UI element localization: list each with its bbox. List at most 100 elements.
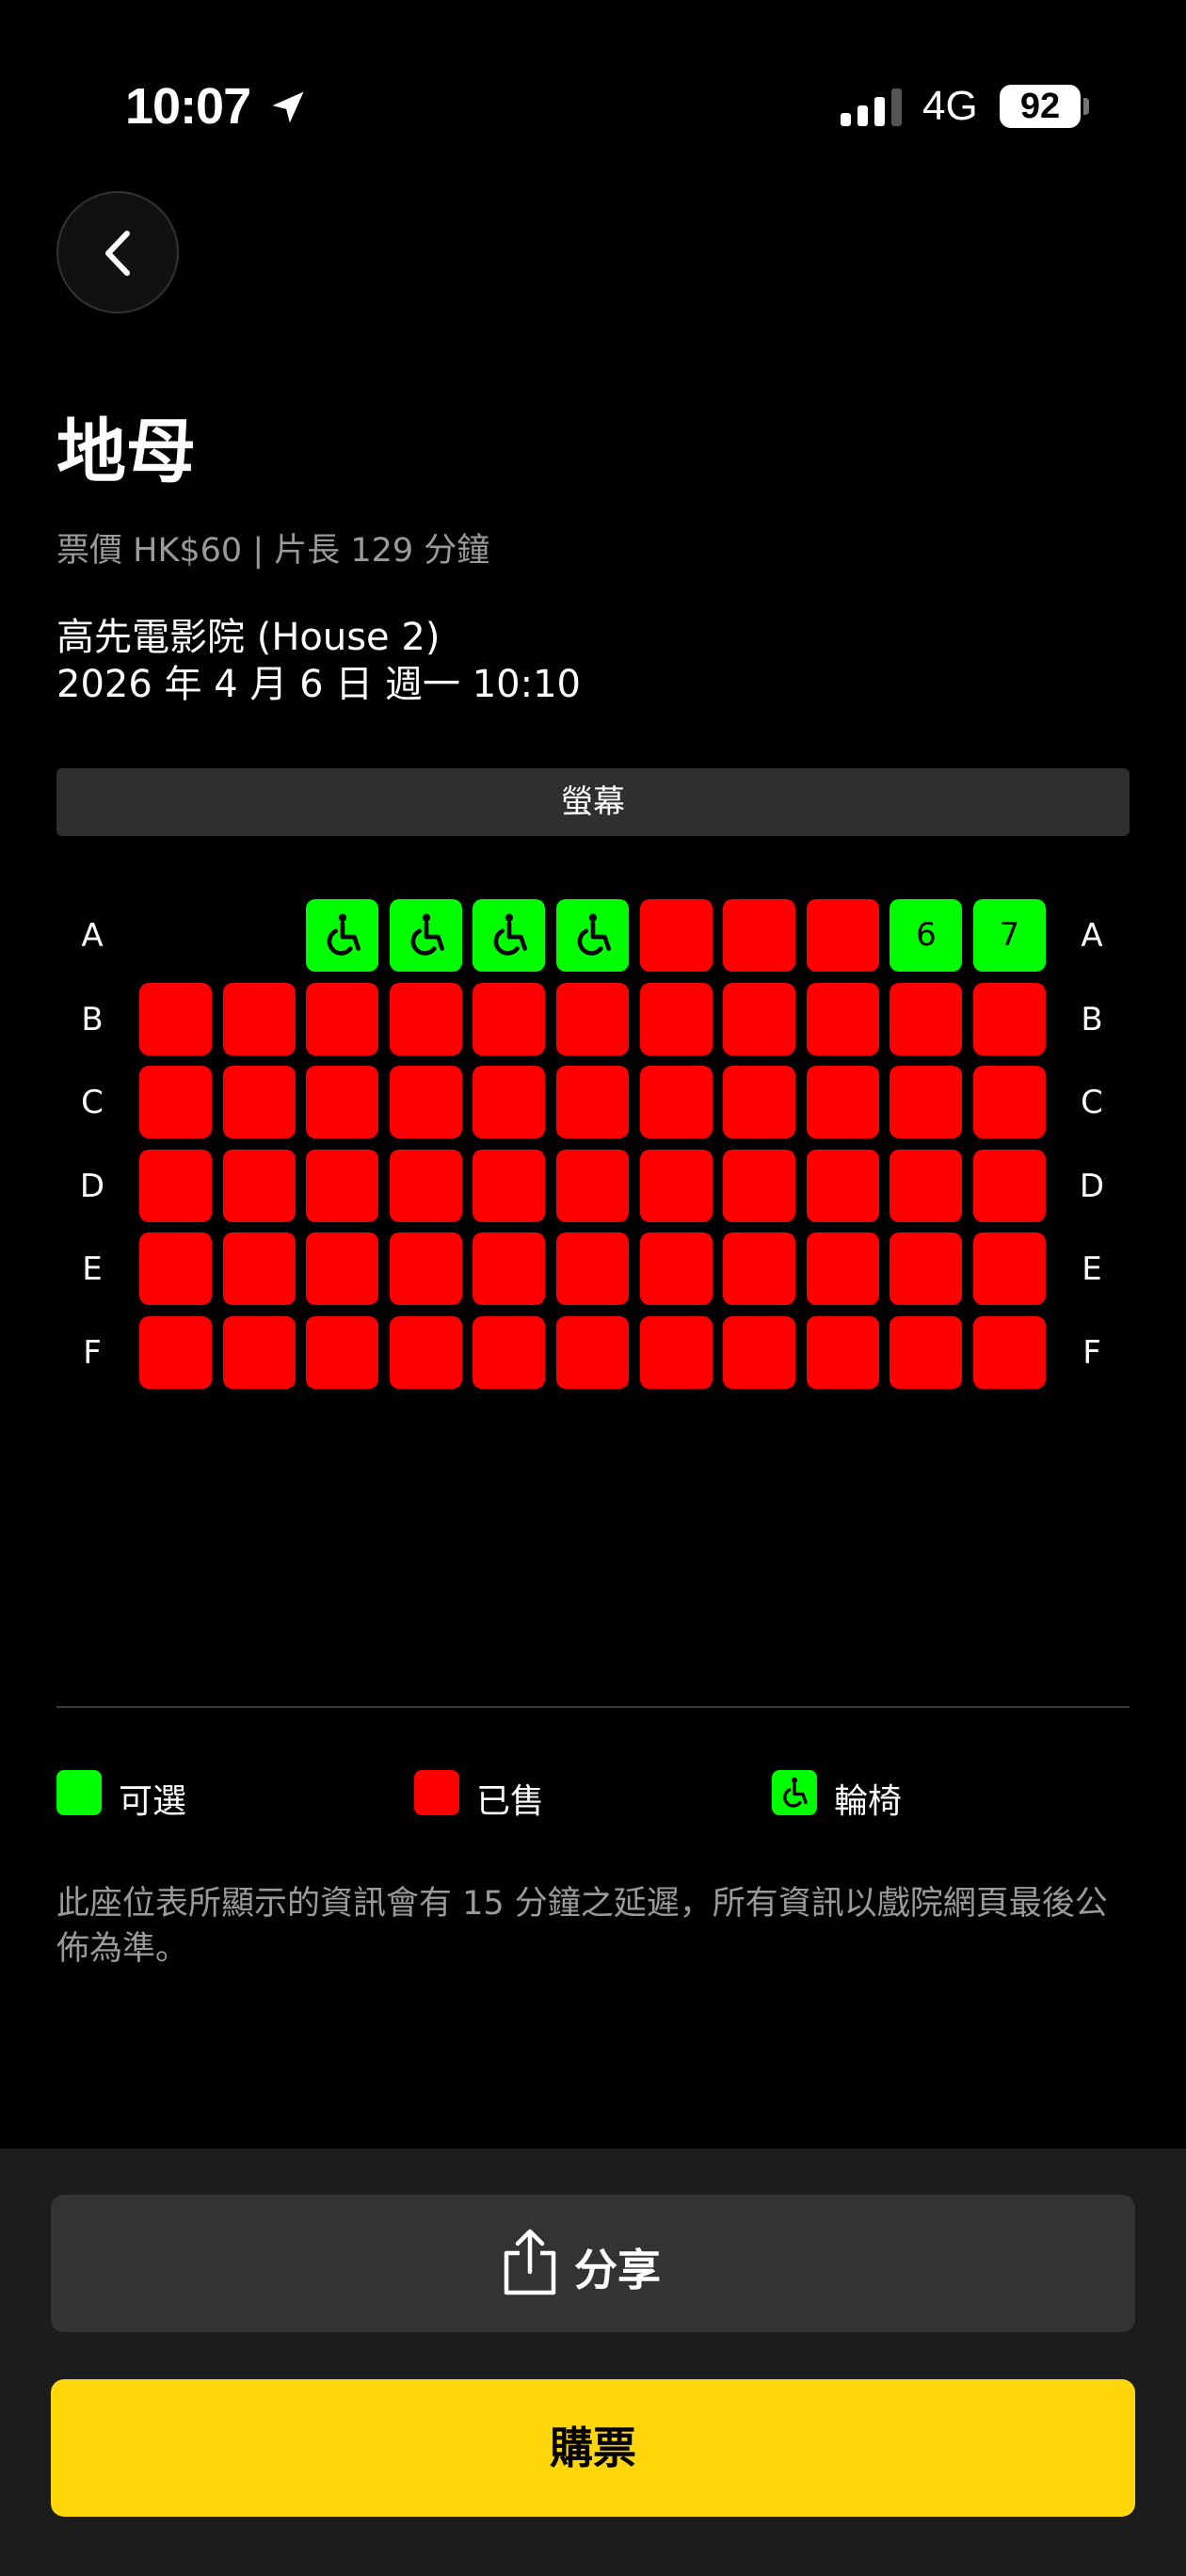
seat-d-1 xyxy=(139,1149,212,1222)
seat-d-9 xyxy=(806,1149,879,1222)
seat-c-3 xyxy=(306,1066,379,1139)
back-button[interactable] xyxy=(56,191,179,314)
seat-a-3-wheelchair[interactable] xyxy=(306,899,379,972)
seat-e-8 xyxy=(723,1232,796,1306)
buy-ticket-label: 購票 xyxy=(550,2423,636,2473)
seat-d-2 xyxy=(222,1149,296,1222)
seat-a-9 xyxy=(806,899,879,972)
seat-f-8 xyxy=(723,1316,796,1389)
row-label-d-left: D xyxy=(79,1167,105,1205)
legend-label-available: 可選 xyxy=(119,1782,187,1821)
seat-f-7 xyxy=(639,1316,713,1389)
seat-a-7 xyxy=(639,899,713,972)
seat-e-10 xyxy=(890,1232,963,1306)
screen-indicator: 螢幕 xyxy=(56,768,1130,836)
seat-f-3 xyxy=(306,1316,379,1389)
seat-b-11 xyxy=(973,982,1046,1055)
wheelchair-icon xyxy=(410,913,444,956)
row-label-e-right: E xyxy=(1082,1250,1102,1289)
seat-e-9 xyxy=(806,1232,879,1306)
seat-f-4 xyxy=(389,1316,462,1389)
row-label-b-left: B xyxy=(81,1000,104,1038)
seat-d-8 xyxy=(723,1149,796,1222)
status-bar: 10:07 4G 92 xyxy=(0,0,1186,217)
seat-b-4 xyxy=(389,982,462,1055)
seat-d-6 xyxy=(556,1149,629,1222)
seat-e-1 xyxy=(139,1232,212,1306)
seat-d-10 xyxy=(890,1149,963,1222)
seat-b-2 xyxy=(222,982,296,1055)
seat-f-5 xyxy=(473,1316,546,1389)
wheelchair-icon xyxy=(327,913,361,956)
seat-e-4 xyxy=(389,1232,462,1306)
seat-c-5 xyxy=(473,1066,546,1139)
network-type: 4G xyxy=(922,83,978,129)
row-label-d-right: D xyxy=(1079,1167,1105,1205)
battery-icon: 92 xyxy=(1000,85,1081,128)
seat-c-1 xyxy=(139,1066,212,1139)
seat-c-8 xyxy=(723,1066,796,1139)
seat-e-5 xyxy=(473,1232,546,1306)
seat-b-10 xyxy=(890,982,963,1055)
seat-a-8 xyxy=(723,899,796,972)
row-label-a-left: A xyxy=(81,917,104,955)
seat-c-2 xyxy=(222,1066,296,1139)
status-time: 10:07 xyxy=(125,78,251,135)
seat-f-11 xyxy=(973,1316,1046,1389)
seat-b-7 xyxy=(639,982,713,1055)
seat-e-7 xyxy=(639,1232,713,1306)
wheelchair-icon xyxy=(494,913,528,956)
legend-label-wheelchair: 輪椅 xyxy=(834,1782,903,1821)
share-label: 分享 xyxy=(574,2245,661,2295)
seat-f-6 xyxy=(556,1316,629,1389)
seat-b-9 xyxy=(806,982,879,1055)
buy-ticket-button[interactable]: 購票 xyxy=(51,2379,1135,2517)
row-label-c-right: C xyxy=(1081,1084,1103,1122)
seat-d-5 xyxy=(473,1149,546,1222)
seat-a-11[interactable]: 7 xyxy=(973,899,1046,972)
battery-level: 92 xyxy=(1019,87,1061,126)
seat-f-2 xyxy=(222,1316,296,1389)
seat-b-6 xyxy=(556,982,629,1055)
seat-d-11 xyxy=(973,1149,1046,1222)
seat-a-5-wheelchair[interactable] xyxy=(473,899,546,972)
row-label-b-right: B xyxy=(1081,1000,1103,1038)
seat-d-4 xyxy=(389,1149,462,1222)
seat-c-9 xyxy=(806,1066,879,1139)
seat-d-3 xyxy=(306,1149,379,1222)
seat-e-11 xyxy=(973,1232,1046,1306)
showtime: 2026 年 4 月 6 日 週一 10:10 xyxy=(56,663,581,706)
disclaimer-text: 此座位表所顯示的資訊會有 15 分鐘之延遲，所有資訊以戲院網頁最後公佈為準。 xyxy=(56,1885,1108,1968)
seat-f-1 xyxy=(139,1316,212,1389)
wheelchair-icon xyxy=(783,1777,808,1808)
legend-swatch-available xyxy=(56,1770,102,1815)
share-button[interactable]: 分享 xyxy=(51,2195,1135,2332)
legend-label-sold: 已售 xyxy=(476,1782,545,1821)
seat-a-4-wheelchair[interactable] xyxy=(389,899,462,972)
seat-c-6 xyxy=(556,1066,629,1139)
legend-swatch-wheelchair xyxy=(772,1770,817,1815)
legend-swatch-sold xyxy=(414,1770,459,1815)
cellular-signal-icon xyxy=(841,89,902,126)
seat-b-8 xyxy=(723,982,796,1055)
seat-d-7 xyxy=(639,1149,713,1222)
seat-f-9 xyxy=(806,1316,879,1389)
seat-b-3 xyxy=(306,982,379,1055)
seat-a-10[interactable]: 6 xyxy=(890,899,963,972)
seat-c-11 xyxy=(973,1066,1046,1139)
seat-a-6-wheelchair[interactable] xyxy=(556,899,629,972)
row-label-c-left: C xyxy=(81,1084,104,1122)
battery-tip xyxy=(1083,98,1089,115)
chevron-left-icon xyxy=(105,231,130,276)
seat-f-10 xyxy=(890,1316,963,1389)
movie-title: 地母 xyxy=(56,411,196,492)
wheelchair-icon xyxy=(577,913,611,956)
seat-b-1 xyxy=(139,982,212,1055)
row-label-a-right: A xyxy=(1081,917,1103,955)
movie-meta: 票價 HK$60 | 片長 129 分鐘 xyxy=(56,532,490,570)
seat-b-5 xyxy=(473,982,546,1055)
seat-e-2 xyxy=(222,1232,296,1306)
seat-e-3 xyxy=(306,1232,379,1306)
seat-c-7 xyxy=(639,1066,713,1139)
seat-c-10 xyxy=(890,1066,963,1139)
